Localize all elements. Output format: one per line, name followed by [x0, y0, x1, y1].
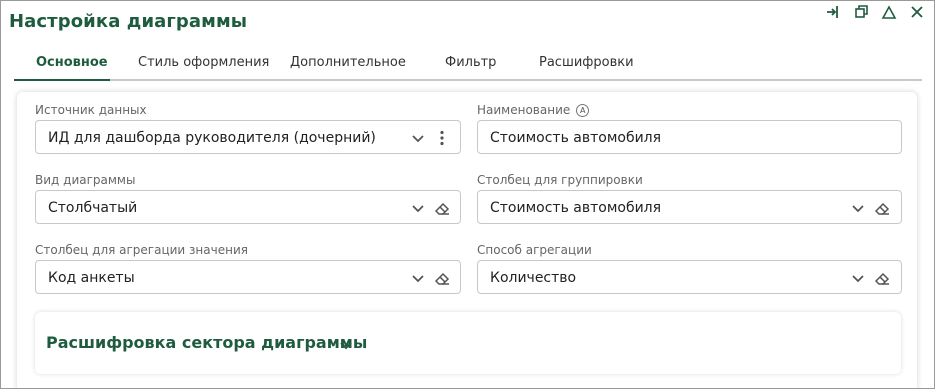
eraser-icon[interactable]	[433, 269, 451, 287]
chevron-down-icon[interactable]	[409, 269, 427, 287]
login-icon[interactable]	[822, 3, 844, 21]
home-icon[interactable]	[878, 3, 900, 21]
active-tab-indicator	[14, 79, 110, 81]
agg-column-label: Столбец для агрегации значения	[35, 243, 248, 257]
settings-panel: Источник данных ИД для дашборда руководи…	[17, 92, 917, 388]
agg-column-select[interactable]: Код анкеты	[35, 260, 461, 294]
tab-additional[interactable]: Дополнительное	[290, 55, 406, 70]
name-input[interactable]: Стоимость автомобиля	[477, 120, 902, 154]
data-source-value: ИД для дашборда руководителя (дочерний)	[48, 130, 376, 146]
chart-settings-dialog: Настройка диаграммы Основное Стиль оформ…	[0, 0, 935, 389]
chart-type-value: Столбчатый	[48, 200, 138, 216]
chevron-down-icon[interactable]	[849, 199, 867, 217]
info-icon[interactable]: A	[576, 104, 590, 117]
tab-filter[interactable]: Фильтр	[445, 55, 496, 70]
chevron-down-icon[interactable]	[409, 129, 427, 147]
chart-type-label: Вид диаграммы	[35, 173, 136, 187]
tab-drilldowns[interactable]: Расшифровки	[539, 55, 634, 70]
eraser-icon[interactable]	[433, 199, 451, 217]
agg-method-value: Количество	[490, 270, 577, 286]
eraser-icon[interactable]	[873, 199, 891, 217]
agg-method-select[interactable]: Количество	[477, 260, 902, 294]
agg-method-label: Способ агрегации	[477, 243, 592, 257]
tab-style[interactable]: Стиль оформления	[138, 55, 269, 70]
data-source-field[interactable]: ИД для дашборда руководителя (дочерний)	[35, 120, 461, 154]
name-value: Стоимость автомобиля	[490, 130, 662, 146]
group-column-select[interactable]: Стоимость автомобиля	[477, 190, 902, 224]
chart-type-select[interactable]: Столбчатый	[35, 190, 461, 224]
agg-column-value: Код анкеты	[48, 270, 135, 286]
restore-icon[interactable]	[850, 3, 872, 21]
dialog-title: Настройка диаграммы	[9, 11, 248, 32]
name-label-text: Наименование	[477, 103, 571, 117]
close-icon[interactable]	[906, 3, 928, 21]
drilldown-section: Расшифровка сектора диаграммы	[35, 312, 901, 374]
group-column-value: Стоимость автомобиля	[490, 200, 662, 216]
eraser-icon[interactable]	[873, 269, 891, 287]
chevron-down-icon[interactable]	[409, 199, 427, 217]
tab-bar: Основное Стиль оформления Дополнительное…	[14, 47, 922, 81]
group-column-label: Столбец для группировки	[477, 173, 643, 187]
chevron-down-icon[interactable]	[849, 269, 867, 287]
window-controls	[822, 3, 928, 21]
data-source-label: Источник данных	[35, 103, 147, 117]
more-vertical-icon[interactable]	[433, 129, 451, 147]
name-label: Наименование A	[477, 103, 590, 117]
tab-main[interactable]: Основное	[36, 55, 108, 70]
drilldown-title[interactable]: Расшифровка сектора диаграммы	[46, 333, 367, 352]
chevron-down-icon[interactable]	[339, 337, 353, 351]
